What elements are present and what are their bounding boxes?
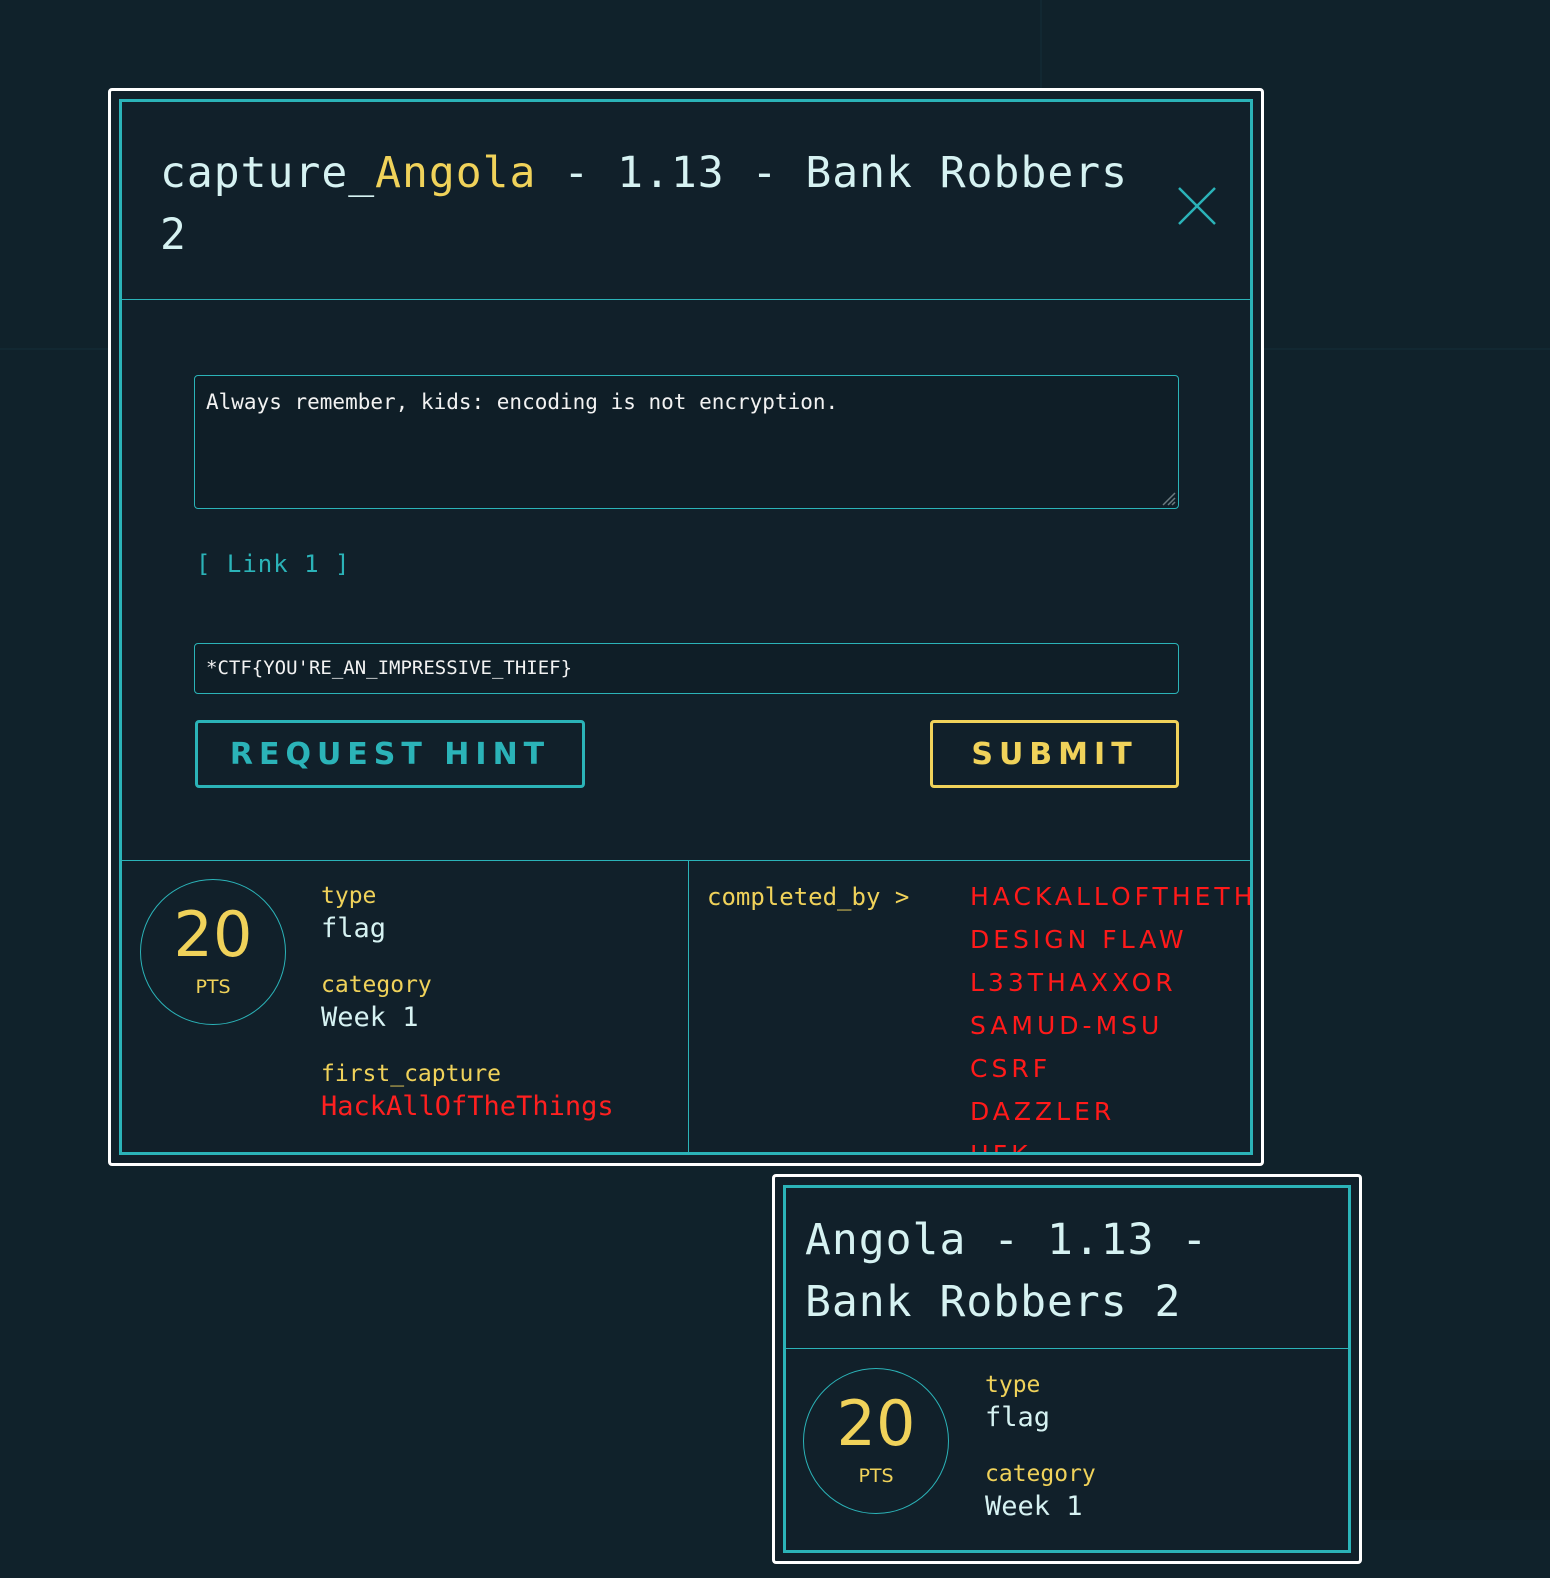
challenge-meta: type flag category Week 1 first_capture … <box>321 881 614 1148</box>
footer-divider <box>688 861 689 1152</box>
card-points-value: 20 <box>836 1387 916 1460</box>
points-badge: 20 PTS <box>140 879 286 1025</box>
card-category-key: category <box>985 1461 1096 1487</box>
card-divider <box>786 1348 1348 1349</box>
category-value: Week 1 <box>321 1002 419 1033</box>
description-textarea[interactable]: Always remember, kids: encoding is not e… <box>194 375 1179 509</box>
challenge-card[interactable]: Angola - 1.13 - Bank Robbers 2 20 PTS ty… <box>772 1174 1362 1564</box>
challenge-card-inner: Angola - 1.13 - Bank Robbers 2 20 PTS ty… <box>783 1185 1351 1553</box>
card-type-key: type <box>985 1372 1041 1398</box>
title-prefix: capture_ <box>160 148 376 198</box>
card-points-unit: PTS <box>858 1465 894 1487</box>
challenge-modal-inner: capture_Angola - 1.13 - Bank Robbers 2 A… <box>119 99 1253 1155</box>
list-item: DAZZLER <box>970 1097 1116 1126</box>
points-value: 20 <box>173 898 253 971</box>
card-title: Angola - 1.13 - Bank Robbers 2 <box>805 1215 1209 1327</box>
modal-header: capture_Angola - 1.13 - Bank Robbers 2 <box>122 102 1250 300</box>
request-hint-button[interactable]: REQUEST HINT <box>195 720 585 788</box>
card-points-badge: 20 PTS <box>803 1368 949 1514</box>
type-key: type <box>321 883 377 909</box>
modal-title: capture_Angola - 1.13 - Bank Robbers 2 <box>160 142 1140 266</box>
list-item: L33THAXXOR <box>970 968 1177 997</box>
challenge-modal: capture_Angola - 1.13 - Bank Robbers 2 A… <box>108 88 1264 1166</box>
list-item: CSRF <box>970 1054 1052 1083</box>
list-item: HFK <box>970 1140 1032 1155</box>
card-category-value: Week 1 <box>985 1491 1083 1522</box>
title-country: Angola <box>375 148 537 198</box>
category-key: category <box>321 972 432 998</box>
submit-button[interactable]: SUBMIT <box>930 720 1179 788</box>
description-text: Always remember, kids: encoding is not e… <box>206 390 839 414</box>
type-value: flag <box>321 913 387 944</box>
modal-footer: 20 PTS type flag category Week 1 first_c… <box>122 860 1250 1152</box>
first-capture-key: first_capture <box>321 1061 502 1087</box>
link-1[interactable]: [ Link 1 ] <box>196 550 351 578</box>
list-item: HACKALLOFTHETH <box>970 882 1253 911</box>
resize-grip-icon[interactable] <box>1160 490 1176 506</box>
list-item: SAMUD-MSU <box>970 1011 1164 1040</box>
list-item: DESIGN FLAW <box>970 925 1188 954</box>
close-icon[interactable] <box>1177 186 1217 226</box>
flag-input[interactable]: *CTF{YOU'RE_AN_IMPRESSIVE_THIEF} <box>194 643 1179 694</box>
completed-by-list: HACKALLOFTHETH DESIGN FLAW L33THAXXOR SA… <box>970 875 1253 1155</box>
first-capture-value: HackAllOfTheThings <box>321 1091 614 1122</box>
card-meta: type flag category Week 1 <box>985 1370 1096 1548</box>
completed-by-label: completed_by > <box>707 883 910 911</box>
points-unit: PTS <box>195 976 231 998</box>
card-type-value: flag <box>985 1402 1051 1433</box>
